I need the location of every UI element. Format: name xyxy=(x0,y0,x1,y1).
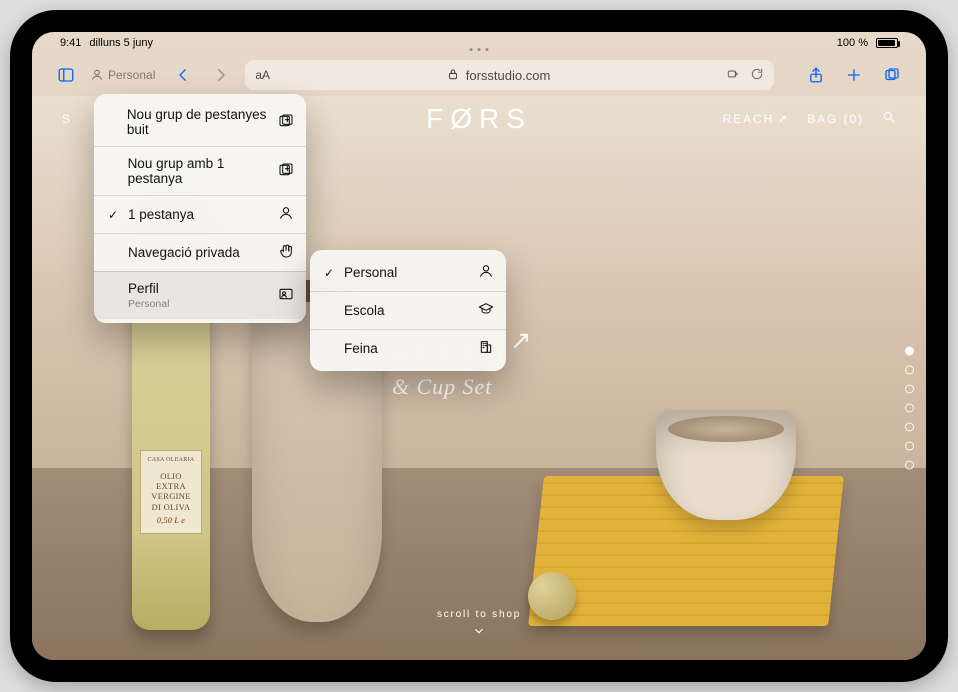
reach-link[interactable]: REACH xyxy=(723,112,790,126)
search-icon[interactable] xyxy=(882,110,896,127)
profile-item-label: Escola xyxy=(344,303,385,318)
menu-item-label: Perfil xyxy=(128,281,159,296)
olive-oil-bottle: CASA OLEARIA OLIO EXTRA VERGINE DI OLIVA… xyxy=(132,300,210,630)
screen: 9:41 dilluns 5 juny 100 % Personal xyxy=(32,32,926,660)
pager-dot[interactable] xyxy=(905,366,914,375)
url-text: forsstudio.com xyxy=(466,68,551,83)
menu-item-label: Navegació privada xyxy=(128,245,240,260)
profile-card-icon xyxy=(278,286,294,305)
bottle-volume: 0,50 L e xyxy=(145,516,197,525)
scroll-hint-label: scroll to shop xyxy=(437,609,521,620)
brand-logo[interactable]: førs xyxy=(426,103,532,135)
private-hand-icon xyxy=(278,243,294,262)
building-icon xyxy=(478,339,494,358)
back-button[interactable] xyxy=(169,61,197,89)
fruit-prop xyxy=(528,572,576,620)
share-button[interactable] xyxy=(802,61,830,89)
new-tabgroup-one-icon xyxy=(278,162,294,181)
profile-menu-item[interactable]: Feina xyxy=(310,329,506,367)
tab-groups-menu: Nou grup de pestanyes buit Nou grup amb 1… xyxy=(94,94,306,323)
arrow-ne-icon: ↗ xyxy=(510,326,533,355)
bottle-label: CASA OLEARIA OLIO EXTRA VERGINE DI OLIVA… xyxy=(140,450,202,534)
bag-link[interactable]: BAG (0) xyxy=(807,112,864,126)
reader-button[interactable]: aA xyxy=(255,68,270,82)
reload-button[interactable] xyxy=(750,67,764,84)
lock-icon xyxy=(446,67,460,84)
scroll-hint[interactable]: scroll to shop xyxy=(437,609,521,638)
bottle-name-3: DI OLIVA xyxy=(145,502,197,512)
pager-dot[interactable] xyxy=(905,461,914,470)
shop-link[interactable]: S xyxy=(62,112,72,126)
bottle-name-1: OLIO EXTRA xyxy=(145,471,197,491)
profile-item-label: Feina xyxy=(344,341,378,356)
status-time: 9:41 xyxy=(60,37,81,49)
bottle-maker: CASA OLEARIA xyxy=(145,457,197,463)
pager-dot[interactable] xyxy=(905,347,914,356)
profile-menu-item[interactable]: Escola xyxy=(310,291,506,329)
menu-item-label: Nou grup amb 1 pestanya xyxy=(128,156,225,186)
bottle-name-2: VERGINE xyxy=(145,491,197,501)
battery-icon xyxy=(876,38,898,48)
forward-button[interactable] xyxy=(207,61,235,89)
profile-item-label: Personal xyxy=(344,265,397,280)
profile-menu-item[interactable]: Personal xyxy=(310,254,506,291)
tab-menu-item[interactable]: Nou grup de pestanyes buit xyxy=(94,98,306,146)
new-tab-button[interactable] xyxy=(840,61,868,89)
tabs-overview-button[interactable] xyxy=(878,61,906,89)
pager-dot[interactable] xyxy=(905,423,914,432)
battery-text: 100 % xyxy=(837,37,868,49)
tab-menu-item[interactable]: Perfil Personal xyxy=(94,271,306,319)
url-bar[interactable]: aA forsstudio.com xyxy=(245,60,774,90)
tab-menu-item[interactable]: 1 pestanya xyxy=(94,195,306,233)
extensions-button[interactable] xyxy=(726,67,740,84)
pager-dot[interactable] xyxy=(905,404,914,413)
chevron-down-icon xyxy=(472,624,486,638)
tab-menu-item[interactable]: Navegació privada xyxy=(94,233,306,271)
checkmark-icon xyxy=(322,266,336,280)
page-indicator[interactable] xyxy=(905,347,914,470)
hero-line-2: & Cup Set xyxy=(392,374,532,400)
multitask-dots[interactable] xyxy=(470,48,489,51)
grad-cap-icon xyxy=(478,301,494,320)
profile-chip[interactable]: Personal xyxy=(90,68,155,82)
profile-chip-label: Personal xyxy=(108,68,155,82)
sidebar-toggle-button[interactable] xyxy=(52,61,80,89)
tab-menu-item[interactable]: Nou grup amb 1 pestanya xyxy=(94,146,306,195)
new-tabgroup-empty-icon xyxy=(278,113,294,132)
ipad-device-frame: 9:41 dilluns 5 juny 100 % Personal xyxy=(10,10,948,682)
person-icon xyxy=(478,263,494,282)
safari-toolbar: Personal aA forsstudio.com xyxy=(32,54,926,96)
menu-item-label: 1 pestanya xyxy=(128,207,194,222)
profile-submenu: Personal Escola Feina xyxy=(310,250,506,371)
pager-dot[interactable] xyxy=(905,442,914,451)
menu-item-sublabel: Personal xyxy=(128,298,169,310)
status-date: dilluns 5 juny xyxy=(89,37,153,49)
menu-item-label: Nou grup de pestanyes buit xyxy=(127,107,267,137)
checkmark-icon xyxy=(106,208,120,222)
person-icon xyxy=(278,205,294,224)
pager-dot[interactable] xyxy=(905,385,914,394)
